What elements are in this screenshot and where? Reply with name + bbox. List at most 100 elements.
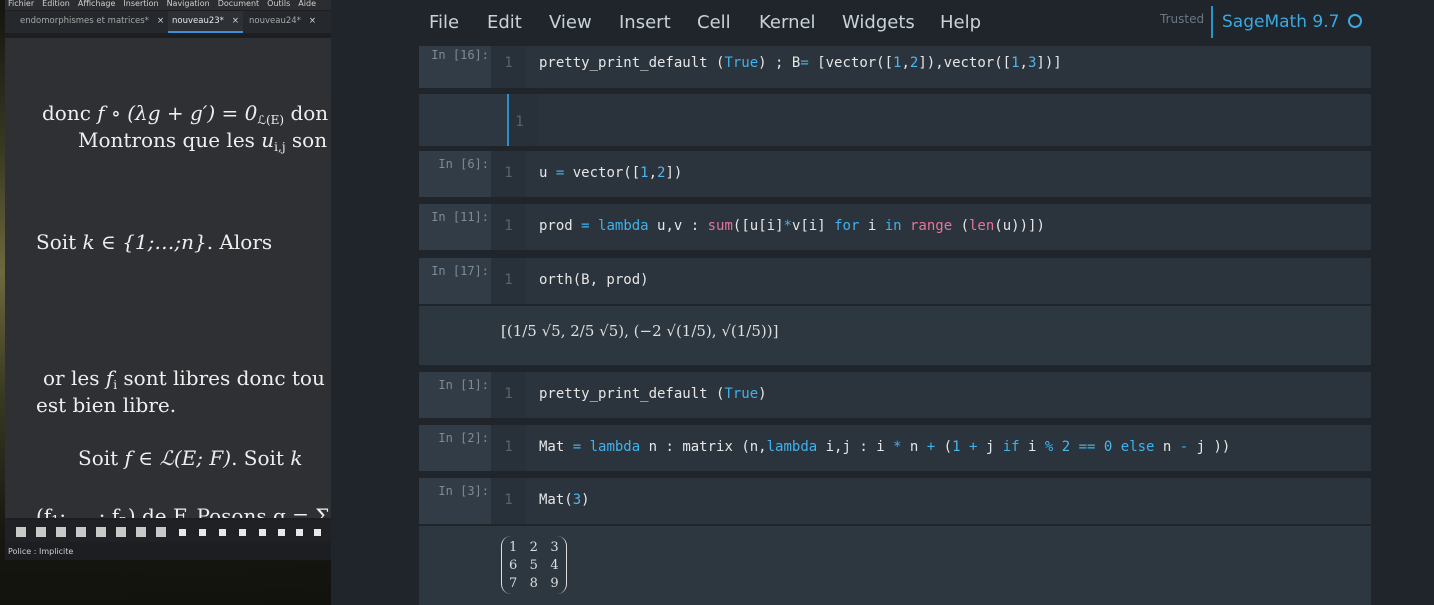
menu-aide[interactable]: Aide xyxy=(298,0,316,8)
menu-document[interactable]: Document xyxy=(218,0,259,8)
line-number: 1 xyxy=(504,55,513,71)
document-page[interactable]: donc f ∘ (λg + g′) = 0ℒ(E) don Montrons … xyxy=(5,38,331,518)
menu-file[interactable]: File xyxy=(429,12,459,33)
menu-navigation[interactable]: Navigation xyxy=(167,0,210,8)
line-number: 1 xyxy=(504,492,513,508)
line-number: 1 xyxy=(515,114,524,130)
kernel-divider xyxy=(1211,6,1213,38)
tab-label: nouveau24* xyxy=(249,16,301,26)
code-line: orth(B, prod) xyxy=(539,272,649,288)
menu-help[interactable]: Help xyxy=(940,12,981,33)
code-input[interactable]: 1 Mat(3) xyxy=(491,478,1371,524)
tab-endomorphismes[interactable]: endomorphismes et matrices* × xyxy=(16,11,168,31)
cell-output: [(1/5 √5, 2/5 √5), (−2 √(1/5), √(1/5))] xyxy=(419,306,1371,365)
block-tool-icon[interactable] xyxy=(259,529,266,536)
tab-nouveau24[interactable]: nouveau24* × xyxy=(245,11,320,31)
close-icon[interactable]: × xyxy=(309,16,316,26)
line-number: 1 xyxy=(504,165,513,181)
notebook-cell[interactable]: In [3]: 1 Mat(3) xyxy=(419,478,1371,524)
close-icon[interactable]: × xyxy=(157,16,164,26)
matrix-tool-icon[interactable] xyxy=(36,527,46,537)
notebook-cell[interactable]: In [17]: 1 orth(B, prod) xyxy=(419,258,1371,304)
cell-prompt: In [11]: xyxy=(431,210,489,224)
status-bar: Police : Implicite xyxy=(8,547,74,556)
editor-symbol-toolbar xyxy=(5,520,331,542)
code-line: Mat = lambda n : matrix (n,lambda i,j : … xyxy=(539,439,1231,455)
cell-prompt: In [6]: xyxy=(438,157,489,171)
block-tool-icon[interactable] xyxy=(199,529,206,536)
matrix-tool-icon[interactable] xyxy=(16,527,26,537)
matrix-tool-icon[interactable] xyxy=(56,527,66,537)
matrix-row: 7 8 9 xyxy=(509,576,559,591)
code-input[interactable]: 1 orth(B, prod) xyxy=(491,258,1371,304)
notebook-cell[interactable]: In [6]: 1 u = vector([1,2]) xyxy=(419,151,1371,197)
matrix-tool-icon[interactable] xyxy=(76,527,86,537)
code-input[interactable]: 1 pretty_print_default (True) ; B= [vect… xyxy=(491,46,1371,88)
menu-edition[interactable]: Edition xyxy=(42,0,70,8)
menu-cell[interactable]: Cell xyxy=(697,12,731,33)
tab-nouveau23[interactable]: nouveau23* × xyxy=(168,11,244,33)
code-line: prod = lambda u,v : sum([u[i]*v[i] for i… xyxy=(539,218,1045,234)
code-input[interactable]: 1 pretty_print_default (True) xyxy=(491,372,1371,418)
trusted-indicator[interactable]: Trusted xyxy=(1160,12,1204,26)
matrix-tool-icon[interactable] xyxy=(96,527,106,537)
line-number: 1 xyxy=(504,218,513,234)
notebook-cell[interactable]: In [1]: 1 pretty_print_default (True) xyxy=(419,372,1371,418)
matrix-row: 1 2 3 xyxy=(509,540,559,555)
menu-outils[interactable]: Outils xyxy=(267,0,290,8)
editor-menubar: Fichier Edition Affichage Insertion Navigati… xyxy=(5,0,331,10)
cell-prompt: In [16]: xyxy=(431,48,489,62)
code-input[interactable]: 1 Mat = lambda n : matrix (n,lambda i,j … xyxy=(491,425,1371,471)
code-line: pretty_print_default (True) ; B= [vector… xyxy=(539,55,1062,71)
block-tool-icon[interactable] xyxy=(314,529,321,536)
block-tool-icon[interactable] xyxy=(239,529,246,536)
code-line: u = vector([1,2]) xyxy=(539,165,683,181)
cell-prompt: In [1]: xyxy=(438,378,489,392)
menu-view[interactable]: View xyxy=(549,12,592,33)
tab-label: endomorphismes et matrices* xyxy=(20,16,149,26)
notebook-cell[interactable]: In [11]: 1 prod = lambda u,v : sum([u[i]… xyxy=(419,204,1371,250)
matrix-output: 1 2 3 6 5 4 7 8 9 xyxy=(501,536,567,594)
code-input[interactable]: 1 u = vector([1,2]) xyxy=(491,151,1371,197)
doc-line-5: est bien libre. xyxy=(36,393,177,417)
notebook-cell[interactable]: In [16]: 1 pretty_print_default (True) ;… xyxy=(419,46,1371,88)
tab-label: nouveau23* xyxy=(172,16,224,26)
matrix-tool-icon[interactable] xyxy=(156,527,166,537)
notebook-cell-empty[interactable]: 1 xyxy=(419,94,1371,146)
block-tool-icon[interactable] xyxy=(296,529,303,536)
jupyter-window: File Edit View Insert Cell Kernel Widget… xyxy=(331,0,1434,605)
menu-widgets[interactable]: Widgets xyxy=(842,12,915,33)
kernel-name[interactable]: SageMath 9.7 xyxy=(1222,12,1339,32)
line-number: 1 xyxy=(504,272,513,288)
code-input[interactable]: 1 prod = lambda u,v : sum([u[i]*v[i] for… xyxy=(491,204,1371,250)
doc-line-3: Soit k ∈ {1;…;n}. Alors xyxy=(36,230,273,254)
block-tool-icon[interactable] xyxy=(278,529,285,536)
block-tool-icon[interactable] xyxy=(219,529,226,536)
line-number: 1 xyxy=(504,386,513,402)
editor-window: Fichier Edition Affichage Insertion Navigati… xyxy=(5,0,331,560)
menu-insert[interactable]: Insert xyxy=(619,12,671,33)
menu-kernel[interactable]: Kernel xyxy=(759,12,816,33)
cell-prompt: In [3]: xyxy=(438,484,489,498)
menu-fichier[interactable]: Fichier xyxy=(8,0,34,8)
code-input[interactable]: 1 xyxy=(507,94,1371,146)
cell-prompt: In [17]: xyxy=(431,264,489,278)
menu-edit[interactable]: Edit xyxy=(487,12,522,33)
jupyter-menubar: File Edit View Insert Cell Kernel Widget… xyxy=(331,0,1434,46)
editor-tabbar: endomorphismes et matrices* × nouveau23* ×… xyxy=(5,11,331,33)
doc-line-4: or les fi sont libres donc tou xyxy=(43,366,325,392)
menu-insertion[interactable]: Insertion xyxy=(123,0,158,8)
orth-output: [(1/5 √5, 2/5 √5), (−2 √(1/5), √(1/5))] xyxy=(501,322,779,340)
kernel-status-icon xyxy=(1348,14,1362,28)
cell-prompt: In [2]: xyxy=(438,431,489,445)
matrix-row: 6 5 4 xyxy=(509,558,559,573)
matrix-tool-icon[interactable] xyxy=(136,527,146,537)
doc-line-2: Montrons que les ui,j son xyxy=(78,128,328,154)
code-line: pretty_print_default (True) xyxy=(539,386,767,402)
doc-line-1: donc f ∘ (λg + g′) = 0ℒ(E) don xyxy=(42,101,329,127)
block-tool-icon[interactable] xyxy=(179,529,186,536)
close-icon[interactable]: × xyxy=(232,16,239,26)
notebook-cell[interactable]: In [2]: 1 Mat = lambda n : matrix (n,lam… xyxy=(419,425,1371,471)
menu-affichage[interactable]: Affichage xyxy=(78,0,116,8)
matrix-tool-icon[interactable] xyxy=(116,527,126,537)
